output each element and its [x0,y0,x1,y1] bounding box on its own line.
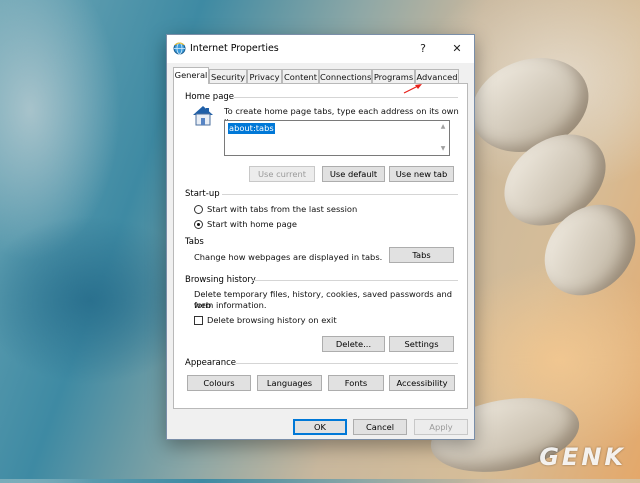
accessibility-button[interactable]: Accessibility [389,375,455,391]
delete-history-button[interactable]: Delete... [322,336,385,352]
history-settings-button[interactable]: Settings [389,336,454,352]
browsing-history-description-cont: form information. [194,300,267,310]
tab-security[interactable]: Security [209,69,247,83]
startup-home-page-radio[interactable] [194,220,203,229]
divider [252,280,458,281]
close-button[interactable]: ✕ [443,39,471,59]
title-bar[interactable]: Internet Properties ? ✕ [167,35,474,63]
tabs-heading: Tabs [185,237,204,247]
use-current-button[interactable]: Use current [249,166,315,182]
cancel-button[interactable]: Cancel [353,419,407,435]
delete-on-exit-label[interactable]: Delete browsing history on exit [207,315,337,326]
ok-button[interactable]: OK [293,419,347,435]
tab-advanced[interactable]: Advanced [415,69,459,83]
tabs-description: Change how webpages are displayed in tab… [194,252,383,262]
scroll-up-icon[interactable]: ▲ [439,123,447,131]
divider [222,194,458,195]
home-page-heading: Home page [185,92,235,102]
browsing-history-heading: Browsing history [185,275,256,285]
delete-on-exit-checkbox[interactable] [194,316,203,325]
startup-heading: Start-up [185,189,220,199]
scroll-down-icon[interactable]: ▼ [439,145,447,153]
tab-content[interactable]: Content [282,69,319,83]
home-page-value: about:tabs [228,123,275,134]
tab-programs[interactable]: Programs [372,69,415,83]
general-tab-panel: Home page To create home page tabs, type… [173,83,468,409]
tab-privacy[interactable]: Privacy [247,69,282,83]
apply-button[interactable]: Apply [414,419,468,435]
startup-home-page-label[interactable]: Start with home page [207,219,297,230]
colours-button[interactable]: Colours [187,375,251,391]
help-button[interactable]: ? [409,39,437,59]
dialog-title: Internet Properties [190,43,279,54]
tab-connections[interactable]: Connections [319,69,372,83]
internet-properties-dialog: Internet Properties ? ✕ General Security… [166,34,475,440]
appearance-heading: Appearance [185,358,237,368]
startup-last-session-radio[interactable] [194,205,203,214]
tabs-settings-button[interactable]: Tabs [389,247,454,263]
use-new-tab-button[interactable]: Use new tab [389,166,454,182]
home-page-textarea[interactable]: about:tabs ▲ ▼ [224,120,450,156]
fonts-button[interactable]: Fonts [328,375,384,391]
use-default-button[interactable]: Use default [322,166,385,182]
tab-general[interactable]: General [173,67,209,84]
home-icon [193,106,213,126]
internet-explorer-globe-icon [173,42,186,55]
divider [234,97,458,98]
languages-button[interactable]: Languages [257,375,322,391]
divider [236,363,458,364]
startup-last-session-label[interactable]: Start with tabs from the last session [207,204,357,215]
watermark: GENK [539,443,626,471]
